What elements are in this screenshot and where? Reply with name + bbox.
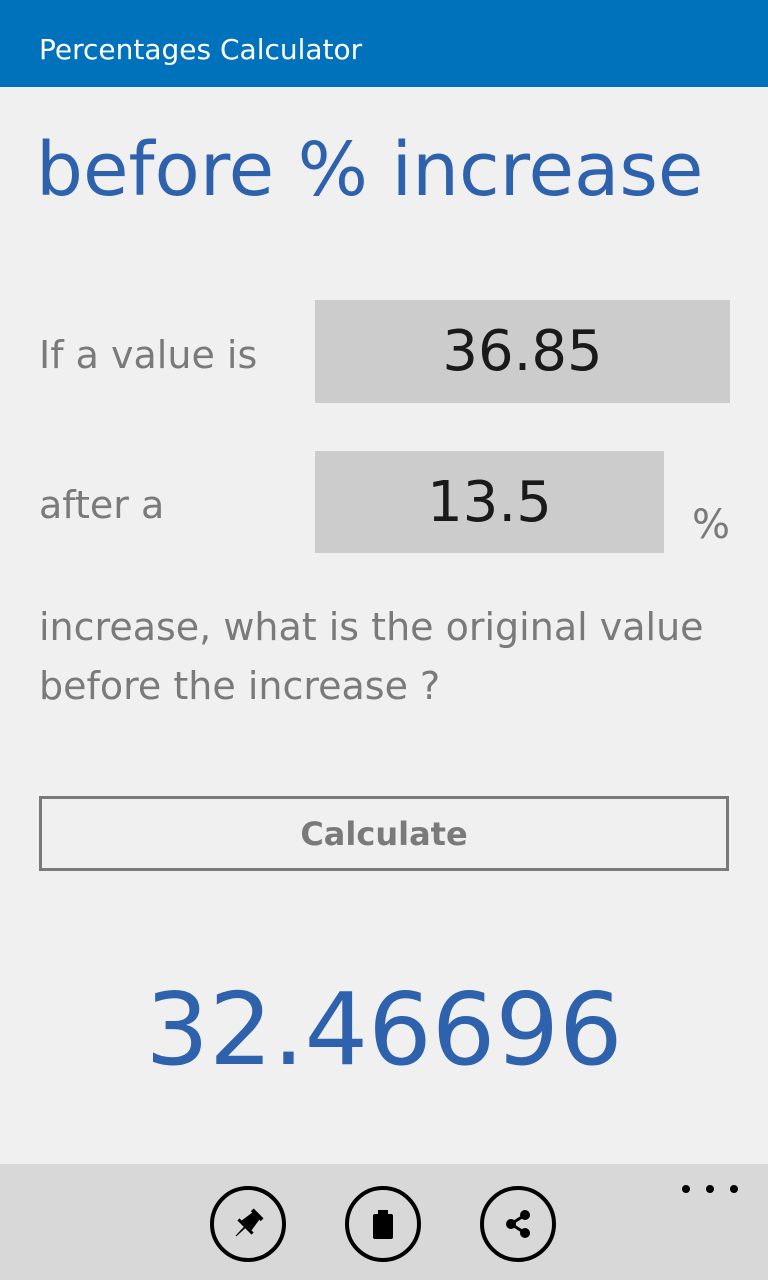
value-label: If a value is <box>39 333 258 377</box>
percent-label: after a <box>39 483 165 527</box>
share-icon <box>506 1210 530 1238</box>
calculate-button[interactable]: Calculate <box>39 796 729 871</box>
page-title: before % increase <box>36 127 704 213</box>
share-button[interactable] <box>480 1186 556 1262</box>
app-header: Percentages Calculator <box>0 0 768 87</box>
clipboard-icon <box>373 1210 393 1239</box>
more-button[interactable] <box>682 1178 738 1200</box>
clipboard-button[interactable] <box>345 1186 421 1262</box>
pin-button[interactable] <box>210 1186 286 1262</box>
more-icon <box>682 1185 690 1193</box>
percent-symbol: % <box>692 502 731 548</box>
value-input[interactable] <box>315 300 730 403</box>
percent-input[interactable] <box>315 451 664 553</box>
app-title: Percentages Calculator <box>39 33 363 66</box>
more-icon <box>706 1185 714 1193</box>
question-text: increase, what is the original value bef… <box>39 605 704 708</box>
result-value: 32.46696 <box>145 971 623 1088</box>
pin-icon <box>235 1208 264 1237</box>
more-icon <box>730 1185 738 1193</box>
application-bar <box>0 1164 768 1280</box>
